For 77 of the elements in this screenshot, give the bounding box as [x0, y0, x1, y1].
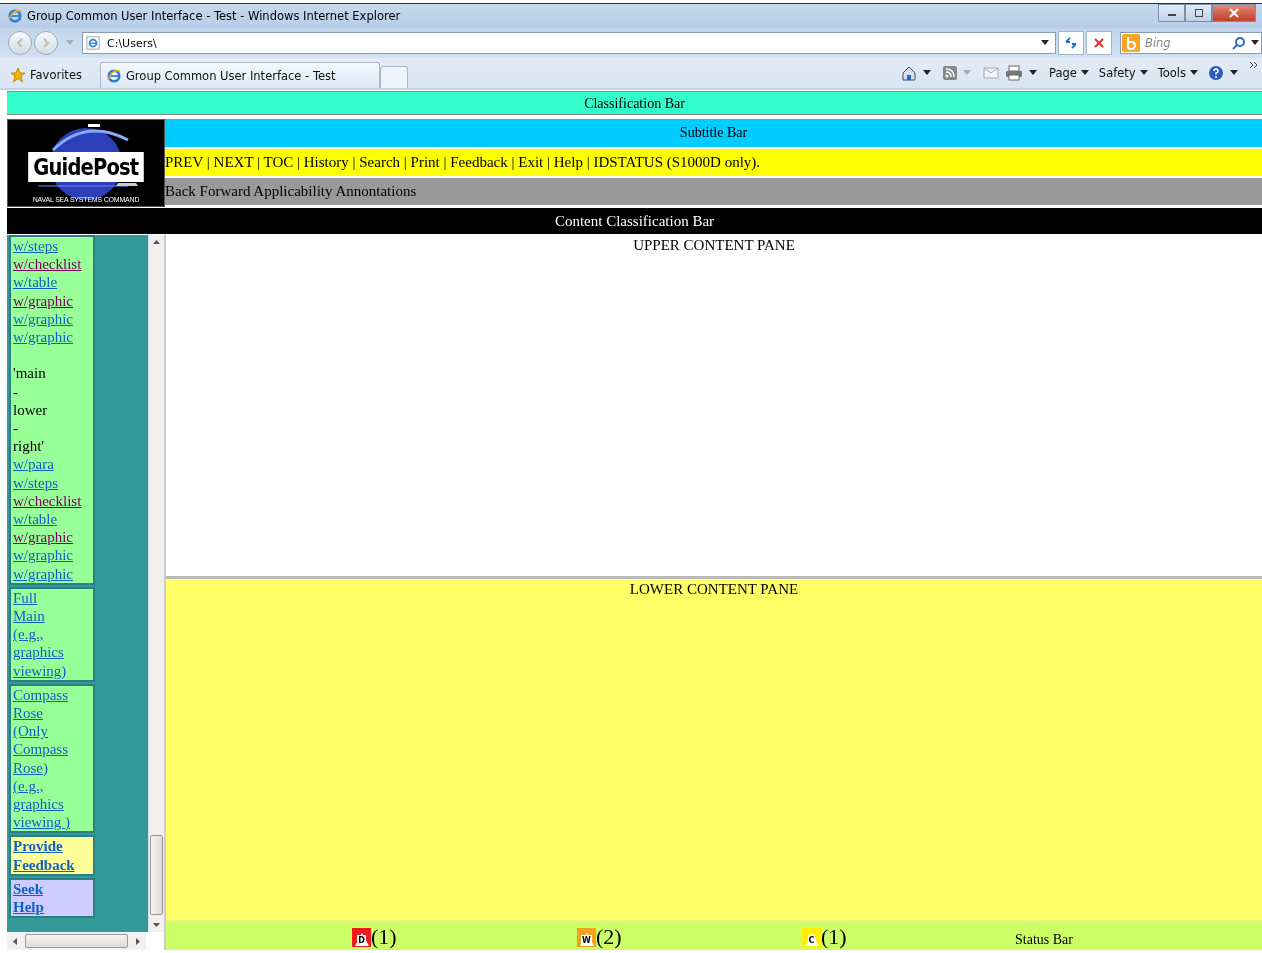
feed-icon	[943, 66, 957, 80]
chevron-icon[interactable]	[1250, 62, 1258, 69]
sidebar-link[interactable]: w/graphic	[13, 291, 91, 310]
menu-button[interactable]: Tools	[1157, 66, 1198, 80]
dropdown-caret-icon[interactable]	[1041, 40, 1049, 46]
window-title: Group Common User Interface - Test - Windows Internet Explorer	[27, 9, 401, 23]
home-icon	[901, 65, 917, 81]
sidebar-link[interactable]: Full Main (e.g., graphics viewing)	[13, 588, 91, 680]
sidebar-link[interactable]: w/table	[13, 273, 91, 292]
sidebar-link[interactable]: Compass Rose (Only Compass Rose) (e.g., graphics viewing )	[13, 685, 91, 832]
sidebar-link[interactable]: w/table	[13, 510, 91, 529]
printer-icon	[1005, 65, 1023, 81]
search-field[interactable]: Bing	[1120, 32, 1262, 54]
caret-icon[interactable]	[1029, 70, 1037, 76]
caret-icon[interactable]	[923, 70, 931, 76]
browser-logo-icon	[8, 9, 22, 23]
content-classification-bar: Content Classification Bar	[7, 208, 1262, 234]
close-icon	[1229, 8, 1239, 18]
sidebar-link[interactable]: Provide Feedback	[13, 837, 91, 874]
browser-tab[interactable]: Group Common User Interface - Test	[99, 62, 380, 88]
sidebar-link[interactable]: w/checklist	[13, 491, 91, 511]
warning-icon: C	[802, 927, 821, 947]
refresh-icon	[1064, 36, 1078, 50]
menu-button[interactable]: Safety	[1098, 66, 1148, 80]
status-text: Status Bar	[1015, 931, 1073, 949]
sidebar-link[interactable]: Seek Help	[13, 879, 91, 917]
sidebar-link[interactable]: w/graphic	[13, 328, 91, 347]
favorites-button[interactable]: Favorites	[10, 62, 94, 88]
applicability-bar: Back Forward Applicability Annontations	[165, 178, 1262, 205]
star-icon	[10, 67, 26, 83]
sidebar-link[interactable]: w/para	[13, 455, 91, 474]
search-icon[interactable]	[1232, 36, 1246, 50]
logo-title: GuidePost	[28, 152, 144, 182]
left-arrow-icon[interactable]	[13, 937, 17, 945]
sidebar-link[interactable]: w/graphic	[13, 546, 91, 565]
dropdown-caret-icon[interactable]	[1251, 40, 1259, 46]
envelope-icon	[983, 67, 999, 79]
vertical-scrollbar[interactable]	[148, 235, 164, 932]
classification-bar: Classification Bar	[7, 91, 1262, 115]
sidebar-link[interactable]: w/graphic	[13, 564, 91, 583]
restore-icon	[1193, 8, 1204, 18]
refresh-button[interactable]	[1058, 31, 1084, 55]
caret-icon[interactable]	[1230, 70, 1238, 76]
minimize-button[interactable]	[1158, 4, 1185, 22]
menu-button[interactable]: Page	[1049, 66, 1089, 80]
alert-count: (1)	[371, 924, 397, 950]
restore-button[interactable]	[1185, 4, 1212, 22]
navigation-bar: PREV | NEXT | TOC | History | Search | Print | Feedback | Exit | Help | IDSTATUS (S1000D only).	[165, 149, 1262, 176]
stop-button[interactable]	[1086, 31, 1112, 55]
sidebar-link[interactable]: w/graphic	[13, 528, 91, 547]
up-arrow-icon[interactable]	[153, 240, 160, 244]
caret-icon	[1080, 70, 1089, 76]
warning-icon: W	[577, 927, 596, 947]
down-arrow-icon[interactable]	[153, 923, 160, 927]
subtitle-bar: Subtitle Bar	[165, 119, 1262, 147]
scroll-thumb[interactable]	[150, 835, 163, 915]
alert-count: (2)	[596, 924, 622, 950]
caret-icon	[1139, 70, 1148, 76]
horizontal-scrollbar[interactable]	[7, 932, 146, 950]
cross-icon	[1093, 37, 1105, 49]
pane-title: LOWER CONTENT PANE	[628, 581, 800, 598]
close-button[interactable]	[1212, 4, 1256, 22]
scroll-thumb[interactable]	[25, 934, 128, 948]
sidebar-link[interactable]: w/checklist	[13, 255, 91, 274]
sidebar-link[interactable]: w/steps	[13, 473, 91, 492]
print-button[interactable]	[1005, 62, 1023, 84]
browser-logo-icon	[106, 68, 121, 83]
right-arrow-icon[interactable]	[136, 937, 140, 945]
pane-title: UPPER CONTENT PANE	[632, 237, 796, 254]
sidebar-link[interactable]: w/steps	[13, 237, 91, 256]
address-field[interactable]: C:\Users\	[82, 32, 1056, 54]
caret-icon	[1190, 70, 1198, 76]
sidebar-link[interactable]: w/graphic	[13, 309, 91, 328]
alert-count: (1)	[821, 924, 847, 950]
sidebar-note: 'main - lower - right'	[13, 364, 49, 456]
help-icon	[1208, 65, 1224, 81]
warning-icon: D	[352, 927, 371, 947]
